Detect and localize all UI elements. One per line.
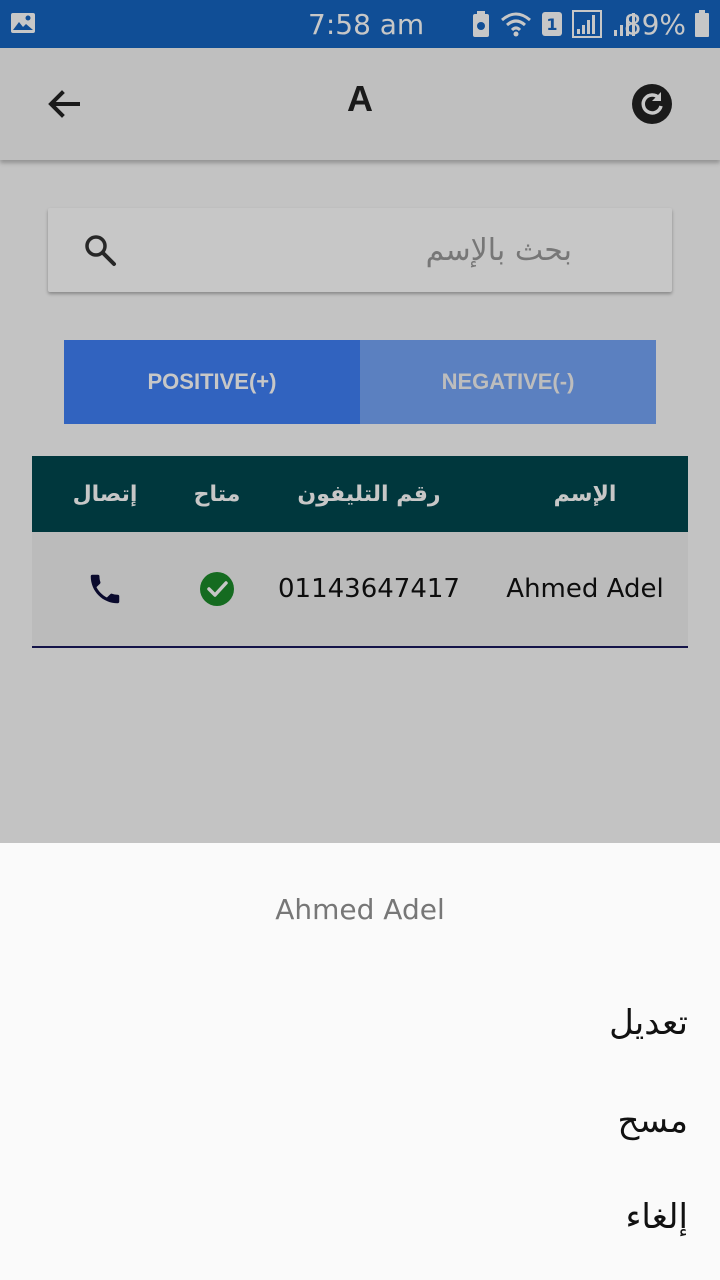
actions-bottom-sheet: Ahmed Adel تعديل مسح إلغاء	[0, 843, 720, 1280]
delete-option[interactable]: مسح	[618, 1101, 689, 1141]
sheet-title: Ahmed Adel	[275, 893, 445, 926]
cancel-option[interactable]: إلغاء	[625, 1197, 688, 1237]
edit-option[interactable]: تعديل	[609, 1003, 688, 1043]
